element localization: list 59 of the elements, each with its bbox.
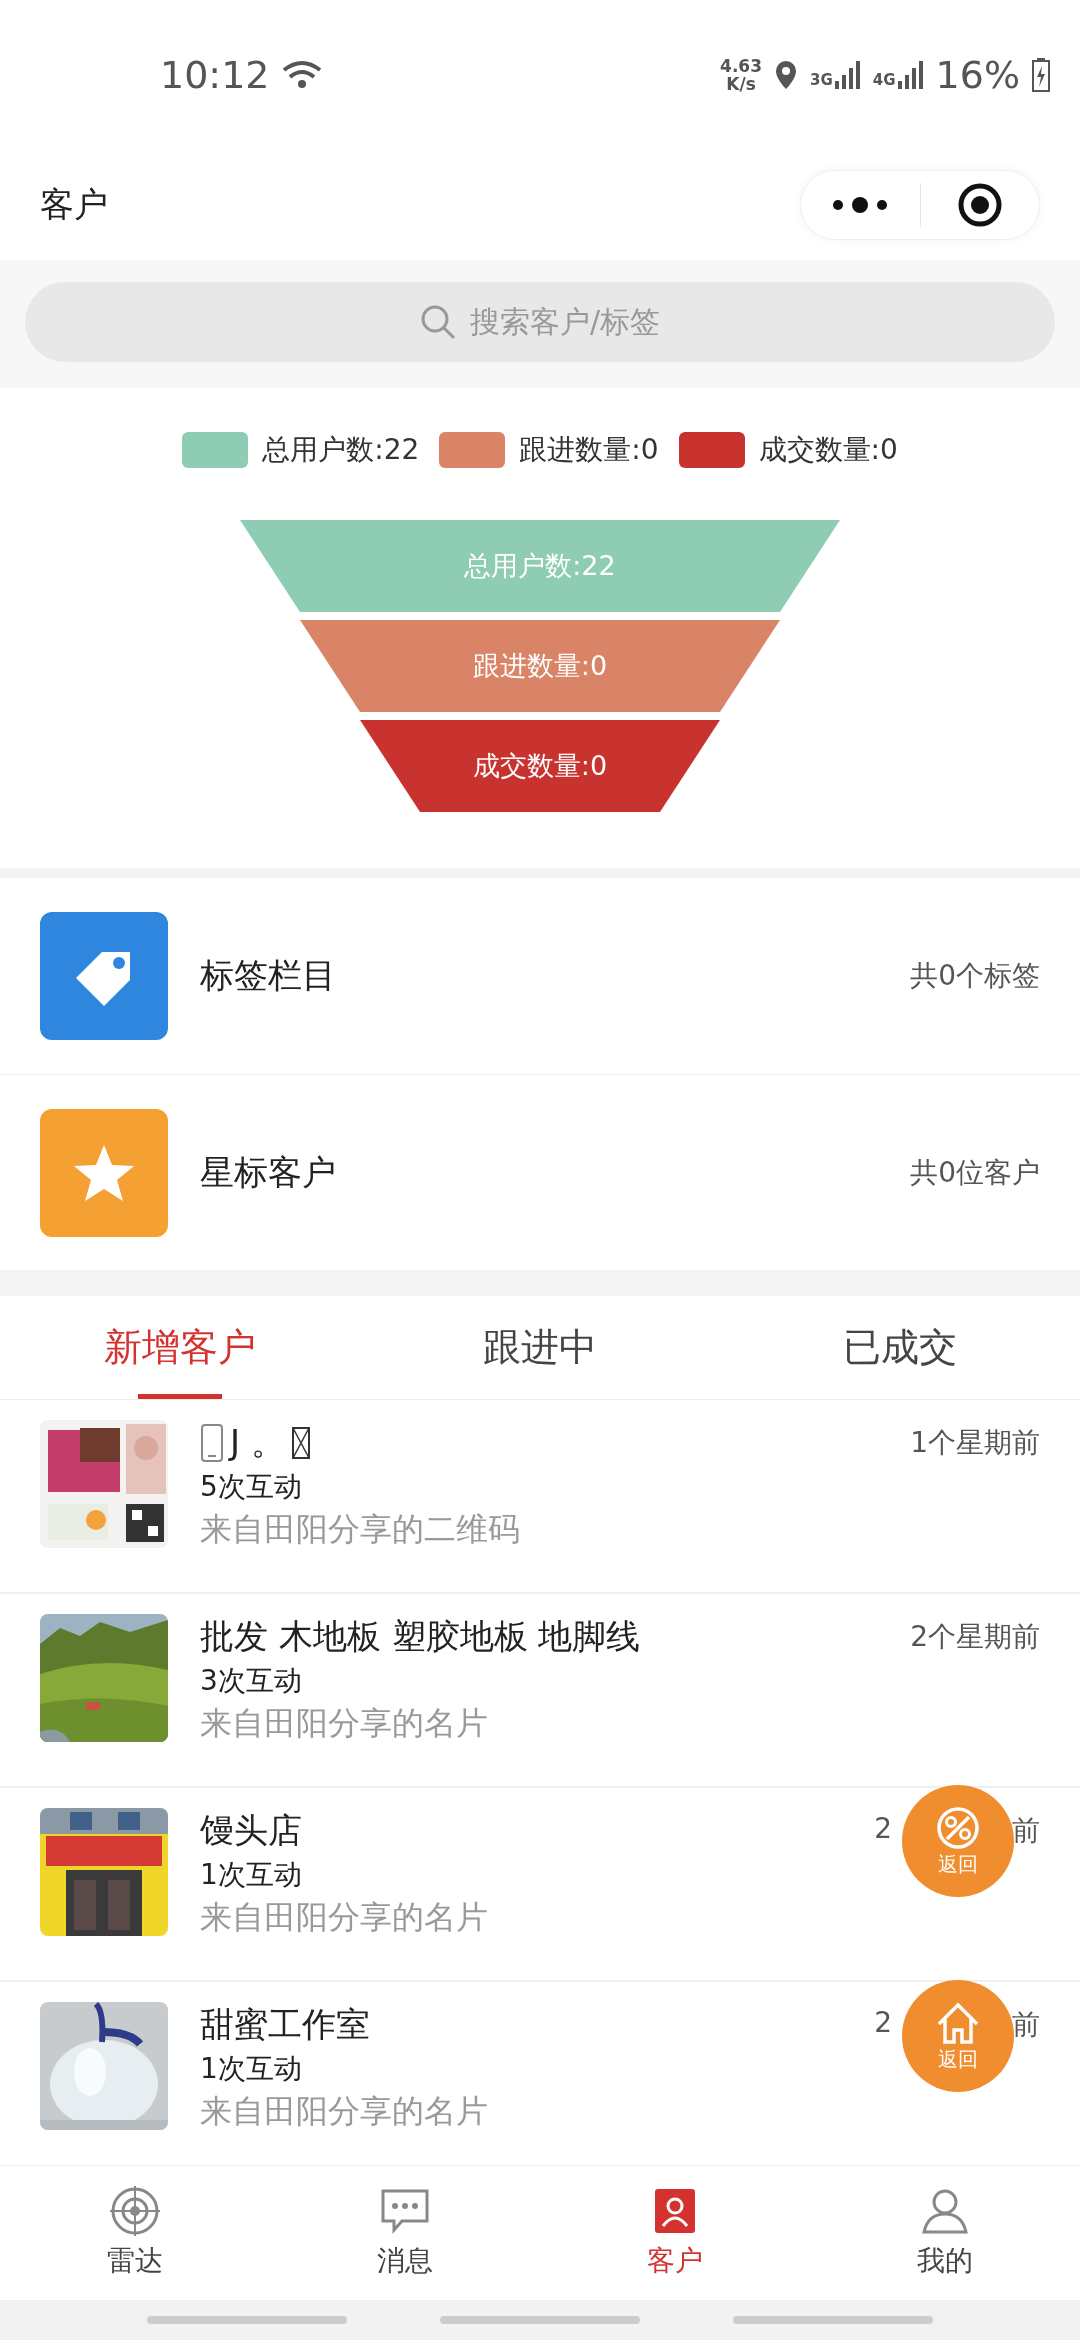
customer-row[interactable]: 批发 木地板 塑胶地板 地脚线 2个星期前 3次互动 来自田阳分享的名片 — [0, 1594, 1080, 1788]
customer-name: 馒头店 — [200, 1809, 302, 1852]
gesture-handle[interactable] — [440, 2316, 640, 2324]
network-speed: 4.63 K/s — [720, 57, 763, 93]
menu-item[interactable]: 标签栏目 共0个标签 — [0, 878, 1080, 1074]
time-ago-fragment: 前 — [1012, 2007, 1040, 2043]
tab[interactable]: 已成交 — [720, 1296, 1080, 1399]
time-ago: 1个星期前 — [910, 1425, 1040, 1461]
network-type: 3G — [810, 71, 833, 89]
source-text: 来自田阳分享的名片 — [200, 1897, 488, 1938]
customer-name: 甜蜜工作室 — [200, 2003, 370, 2046]
customer-row[interactable]: J 。 1个星期前 5次互动 来自田阳分享的二维码 — [0, 1400, 1080, 1594]
time-ago-fragment: 2 — [874, 1812, 892, 1847]
nav-tab[interactable]: 雷达 — [0, 2166, 270, 2300]
battery-level: 16% — [935, 53, 1020, 97]
menu-count: 共0个标签 — [910, 958, 1040, 994]
nav-tab[interactable]: 客户 — [540, 2166, 810, 2300]
target-icon — [956, 182, 1003, 228]
radar-icon — [110, 2186, 160, 2236]
nav-tab[interactable]: 消息 — [270, 2166, 540, 2300]
network-type: 4G — [872, 71, 896, 89]
legend-label: 跟进数量:0 — [519, 432, 659, 468]
legend-label: 总用户数:22 — [262, 432, 420, 468]
legend-label: 成交数量:0 — [758, 432, 898, 468]
signal-icon — [834, 61, 861, 89]
more-icon — [832, 197, 889, 213]
nav-tab[interactable]: 我的 — [810, 2166, 1080, 2300]
gesture-handle[interactable] — [146, 2316, 347, 2324]
time-ago-fragment: 前 — [1012, 1813, 1040, 1849]
battery-icon — [1032, 58, 1050, 92]
funnel-stage: 总用户数:22 — [240, 520, 840, 612]
tab[interactable]: 跟进中 — [360, 1296, 720, 1399]
funnel-stage: 跟进数量:0 — [300, 620, 780, 712]
discount-icon — [935, 1804, 981, 1851]
time-ago-fragment: 2 — [874, 2006, 892, 2041]
customer-name: 批发 木地板 塑胶地板 地脚线 — [200, 1615, 641, 1658]
menu-title: 星标客户 — [200, 1150, 337, 1194]
source-text: 来自田阳分享的名片 — [200, 1703, 488, 1744]
customer-name: J 。 — [230, 1421, 285, 1464]
source-text: 来自田阳分享的名片 — [200, 2091, 488, 2132]
search-icon — [419, 304, 456, 340]
time-ago: 2个星期前 — [910, 1619, 1040, 1655]
interaction-count: 1次互动 — [200, 1857, 302, 1893]
location-icon — [774, 59, 799, 91]
interaction-count: 5次互动 — [200, 1469, 302, 1505]
status-time: 10:12 — [160, 53, 270, 97]
signal-icon — [897, 61, 924, 89]
wifi-icon — [281, 60, 322, 90]
menu-count: 共0位客户 — [910, 1154, 1040, 1191]
tag-icon — [40, 912, 168, 1040]
gesture-handle[interactable] — [733, 2316, 934, 2324]
source-text: 来自田阳分享的二维码 — [200, 1509, 520, 1550]
menu-item[interactable]: 星标客户 共0位客户 — [0, 1074, 1080, 1270]
page-title: 客户 — [40, 183, 108, 226]
interaction-count: 1次互动 — [200, 2051, 302, 2087]
menu-title: 标签栏目 — [200, 954, 337, 997]
funnel-stage: 成交数量:0 — [360, 720, 720, 812]
interaction-count: 3次互动 — [200, 1663, 302, 1699]
tab[interactable]: 新增客户 — [0, 1296, 360, 1399]
